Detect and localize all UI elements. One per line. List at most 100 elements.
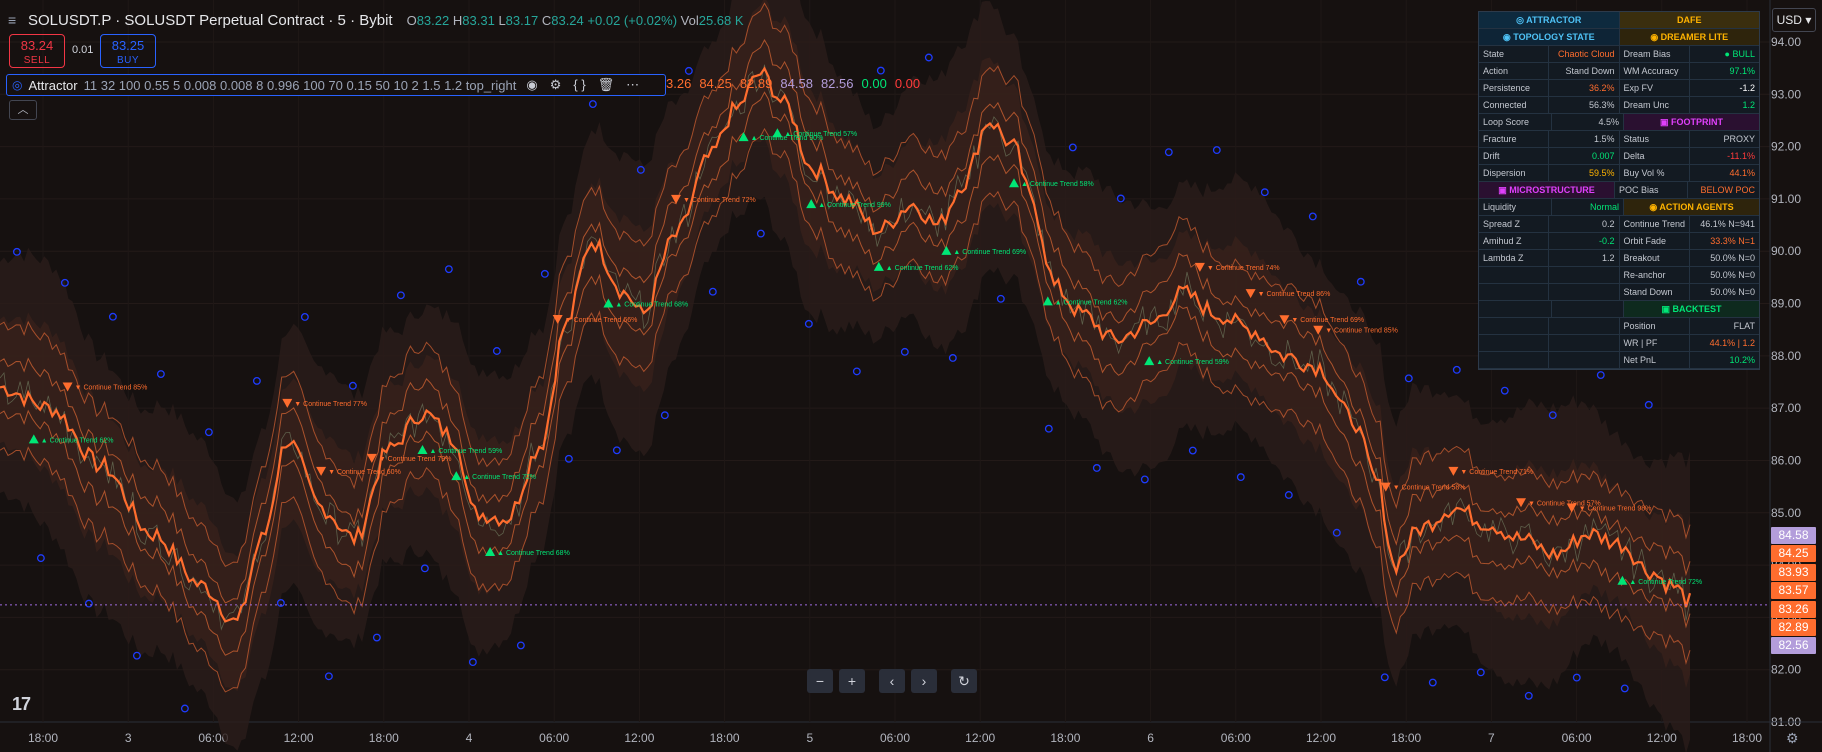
time-axis-label: 12:00 [1306, 731, 1336, 745]
open-value: 83.22 [416, 12, 450, 28]
indicator-legend[interactable]: ◎ Attractor 11 32 100 0.55 5 0.008 0.008… [6, 74, 666, 96]
price-axis-label: 89.00 [1771, 297, 1801, 311]
dashboard-cell: Persistence [1479, 80, 1550, 96]
indicator-logo-icon: ◎ [12, 78, 23, 92]
dashboard-cell [1479, 318, 1550, 334]
more-icon[interactable]: ⋯ [626, 77, 639, 93]
delete-icon[interactable]: 🗑 [598, 77, 615, 93]
dashboard-section-header: ◎ ATTRACTOR [1479, 12, 1620, 28]
low-label: L [498, 12, 506, 28]
dashboard-cell [1549, 352, 1620, 368]
dashboard-cell: -0.2 [1549, 233, 1620, 249]
collapse-icon[interactable]: ︿ [9, 100, 37, 120]
buy-price: 83.25 [111, 38, 145, 53]
price-axis-label: 91.00 [1771, 192, 1801, 206]
dashboard-row: Loop Score 4.5% ▣ FOOTPRINT [1479, 114, 1759, 131]
time-axis-label: 4 [466, 731, 473, 745]
dashboard-cell: -11.1% [1727, 151, 1755, 161]
dashboard-cell: WM Accuracy [1620, 63, 1690, 79]
dashboard-cell: Spread Z [1479, 216, 1550, 232]
settings-icon[interactable]: ⚙ [550, 77, 562, 93]
price-axis-label: 85.00 [1771, 506, 1801, 520]
close-label: C [541, 12, 552, 28]
indicator-value: 84.58 [780, 76, 813, 91]
price-axis-label: 86.00 [1771, 453, 1801, 467]
symbol-title[interactable]: SOLUSDT.P · SOLUSDT Perpetual Contract ·… [28, 12, 393, 29]
indicator-value: 84.25 [699, 76, 732, 91]
price-tag: 84.25 [1771, 545, 1816, 563]
high-label: H [452, 12, 463, 28]
buy-button[interactable]: 83.25 BUY [100, 34, 156, 68]
dashboard-section-header: ▣ FOOTPRINT [1624, 114, 1759, 130]
indicator-value: 0.00 [861, 76, 887, 91]
dashboard-row: Connected 56.3% Dream Unc 1.2 [1479, 97, 1759, 114]
dashboard-row: Lambda Z 1.2 Breakout 50.0% N=0 [1479, 250, 1759, 267]
scroll-back-button[interactable]: ‹ [879, 669, 905, 693]
dashboard-row: Fracture 1.5% Status PROXY [1479, 131, 1759, 148]
signal-label: ▼ Continue Trend 69% [1291, 317, 1364, 324]
buy-label: BUY [116, 55, 140, 66]
scroll-forward-button[interactable]: › [911, 669, 937, 693]
price-tag: 82.89 [1771, 619, 1816, 636]
time-axis-label: 18:00 [1050, 731, 1080, 745]
currency-button[interactable]: USD ▾ [1772, 8, 1816, 32]
price-axis-label: 90.00 [1771, 244, 1801, 258]
dashboard-row: Stand Down 50.0% N=0 [1479, 284, 1759, 301]
dashboard-cell: Net PnL [1620, 352, 1690, 368]
dashboard-cell: 46.1% N=941 [1700, 219, 1755, 229]
dashboard-row: Persistence 36.2% Exp FV -1.2 [1479, 80, 1759, 97]
dashboard-section-header: ▣ BACKTEST [1624, 301, 1759, 317]
dashboard-cell: Stand Down [1549, 63, 1620, 79]
indicator-name[interactable]: Attractor [28, 78, 77, 93]
dashboard-cell: Stand Down [1620, 284, 1690, 300]
dashboard-row: Action Stand Down WM Accuracy 97.1% [1479, 63, 1759, 80]
dashboard-cell: Re-anchor [1620, 267, 1690, 283]
eye-icon[interactable]: ◉ [526, 77, 537, 93]
price-axis-label: 92.00 [1771, 140, 1801, 154]
dashboard-cell [1549, 318, 1620, 334]
source-code-icon[interactable]: { } [573, 77, 585, 93]
indicator-toolbar: ◉ ⚙ { } 🗑 ⋯ [526, 77, 639, 93]
tradingview-logo-icon[interactable]: 17 [12, 694, 31, 715]
signal-label: ▲ Continue Trend 62% [41, 437, 114, 444]
dashboard-cell: Breakout [1620, 250, 1690, 266]
dashboard-cell: 50.0% N=0 [1710, 287, 1755, 297]
dashboard-cell [1552, 301, 1624, 317]
attractor-dashboard: ◎ ATTRACTOR DAFE ◉ TOPOLOGY STATE ◉ DREAMER… [1478, 11, 1760, 370]
zoom-in-button[interactable]: + [839, 669, 865, 693]
dashboard-row: Spread Z 0.2 Continue Trend 46.1% N=941 [1479, 216, 1759, 233]
dashboard-cell: Orbit Fade [1620, 233, 1690, 249]
dashboard-section-header: ▣ MICROSTRUCTURE [1479, 182, 1615, 198]
indicator-params: 11 32 100 0.55 5 0.008 0.008 8 0.996 100… [83, 77, 517, 93]
dashboard-row: ◉ TOPOLOGY STATE ◉ DREAMER LITE [1479, 29, 1759, 46]
dashboard-row: Dispersion 59.5% Buy Vol % 44.1% [1479, 165, 1759, 182]
close-value: 83.24 [551, 12, 584, 28]
signal-label: ▲ Continue Trend 68% [497, 550, 570, 557]
signal-label: ▲ Continue Trend 68% [615, 302, 688, 309]
dashboard-cell: Connected [1479, 97, 1550, 113]
dashboard-cell: BELOW POC [1700, 185, 1755, 195]
dashboard-row: ◎ ATTRACTOR DAFE [1479, 12, 1759, 29]
zoom-out-button[interactable]: − [807, 669, 833, 693]
dashboard-cell: 44.1% [1729, 168, 1755, 178]
dashboard-cell: Chaotic Cloud [1549, 46, 1620, 62]
price-tag: 83.57 [1771, 582, 1816, 600]
sell-button[interactable]: 83.24 SELL [9, 34, 65, 68]
dashboard-cell: Continue Trend [1620, 216, 1690, 232]
dashboard-cell: Delta [1620, 148, 1690, 164]
sell-label: SELL [23, 55, 51, 66]
dashboard-cell: Lambda Z [1479, 250, 1550, 266]
dashboard-row: WR | PF 44.1% | 1.2 [1479, 335, 1759, 352]
dashboard-cell: 56.3% [1549, 97, 1620, 113]
dashboard-cell: 1.2 [1742, 100, 1755, 110]
signal-label: ▼ Continue Trend 71% [1460, 469, 1533, 476]
dashboard-cell: Exp FV [1620, 80, 1690, 96]
settings-gear-icon[interactable]: ⚙ [1786, 730, 1799, 747]
dashboard-cell: 97.1% [1729, 66, 1755, 76]
dashboard-row: Position FLAT [1479, 318, 1759, 335]
price-axis-label: 94.00 [1771, 35, 1801, 49]
dashboard-row: State Chaotic Cloud Dream Bias ● BULL [1479, 46, 1759, 63]
symbol-header: ≡ SOLUSDT.P · SOLUSDT Perpetual Contract… [8, 8, 744, 32]
menu-icon[interactable]: ≡ [8, 12, 22, 28]
reset-chart-button[interactable]: ↻ [951, 669, 977, 693]
